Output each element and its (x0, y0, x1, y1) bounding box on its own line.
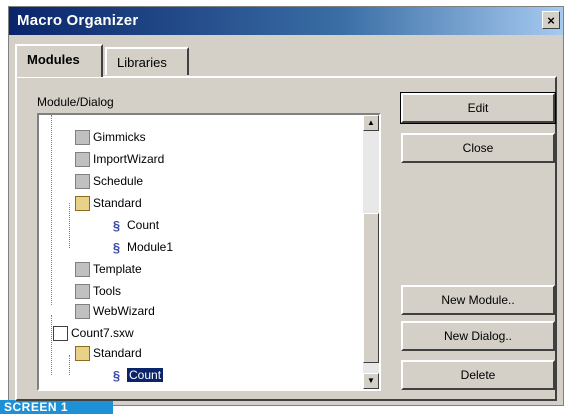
tree-item-gimmicks[interactable]: Gimmicks (75, 127, 146, 147)
scroll-up-arrow-icon[interactable]: ▲ (363, 115, 379, 131)
close-window-button[interactable]: × (542, 11, 560, 29)
module-icon: § (112, 240, 121, 256)
library-icon (75, 130, 90, 146)
edit-button[interactable]: Edit (400, 92, 556, 124)
close-button[interactable]: Close (401, 133, 555, 163)
tree-item-schedule[interactable]: Schedule (75, 171, 143, 191)
library-icon (75, 152, 90, 168)
new-module-button[interactable]: New Module.. (401, 285, 555, 315)
tree-item-count[interactable]: § Count (109, 215, 159, 235)
screen-caption: SCREEN 1 (0, 400, 113, 414)
tree-connector (69, 203, 70, 248)
macro-organizer-dialog: Macro Organizer × Modules Libraries Modu… (8, 6, 564, 406)
library-icon (75, 174, 90, 190)
tree-item-webwizard[interactable]: WebWizard (75, 301, 155, 321)
scroll-down-arrow-icon[interactable]: ▼ (363, 373, 379, 389)
tree-connector (69, 355, 70, 375)
tree-item-tools[interactable]: Tools (75, 281, 121, 301)
library-icon (75, 284, 90, 300)
tab-modules[interactable]: Modules (15, 44, 103, 77)
module-icon: § (112, 218, 121, 234)
library-icon (75, 304, 90, 320)
tree-item-template[interactable]: Template (75, 259, 142, 279)
module-icon: § (112, 368, 121, 384)
tree-connector (51, 115, 52, 305)
vertical-scrollbar[interactable]: ▲ ▼ (363, 115, 379, 389)
open-library-icon (75, 346, 90, 362)
tree-item-module1[interactable]: § Module1 (109, 237, 173, 257)
module-tree[interactable]: Gimmicks ImportWizard Schedule Standard … (37, 113, 381, 391)
tree-item-standard-doc[interactable]: Standard (75, 343, 142, 363)
tree-item-count-selected[interactable]: § Count (109, 365, 164, 385)
tree-item-count7-document[interactable]: Count7.sxw (53, 323, 134, 343)
tree-item-standard[interactable]: Standard (75, 193, 142, 213)
document-icon (53, 326, 68, 342)
open-library-icon (75, 196, 90, 212)
tree-connector (51, 315, 52, 375)
scroll-thumb[interactable] (363, 213, 379, 363)
title-bar[interactable]: Macro Organizer × (9, 7, 563, 35)
new-dialog-button[interactable]: New Dialog.. (401, 321, 555, 351)
tab-libraries[interactable]: Libraries (105, 47, 189, 75)
module-dialog-label: Module/Dialog (37, 95, 114, 109)
window-title: Macro Organizer (17, 12, 139, 29)
delete-button[interactable]: Delete (401, 360, 555, 390)
library-icon (75, 262, 90, 278)
tree-item-importwizard[interactable]: ImportWizard (75, 149, 164, 169)
